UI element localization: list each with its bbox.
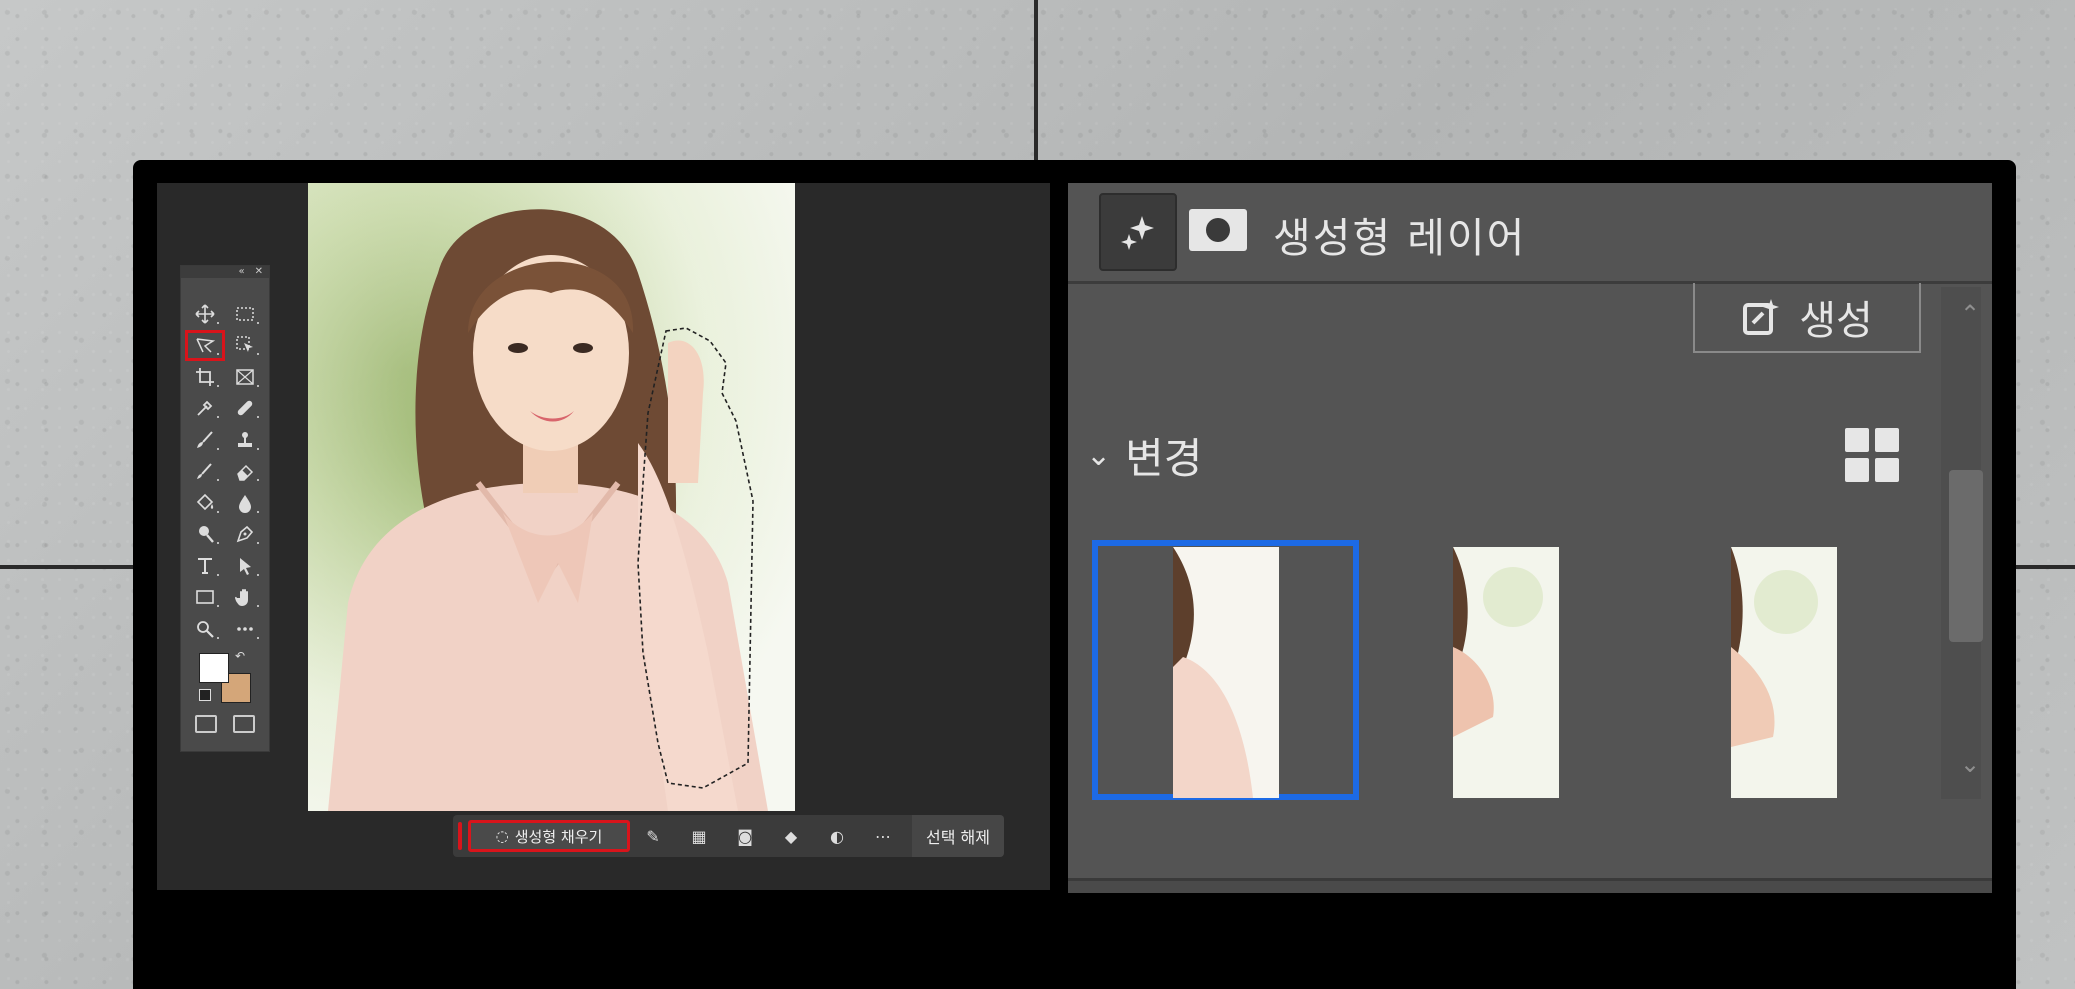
object-selection-tool-icon[interactable] bbox=[225, 330, 265, 362]
screen-divider bbox=[1050, 183, 1068, 890]
zoom-tool-icon[interactable] bbox=[185, 613, 225, 645]
rectangle-tool-icon[interactable] bbox=[185, 582, 225, 614]
scroll-up-icon[interactable]: ⌃ bbox=[1960, 300, 1980, 328]
healing-brush-tool-icon[interactable] bbox=[225, 393, 265, 425]
generate-icon bbox=[1743, 299, 1780, 335]
move-tool-icon[interactable] bbox=[185, 298, 225, 330]
variations-section-header[interactable]: ⌄ 변경 bbox=[1086, 425, 1202, 486]
collapse-icon[interactable]: « bbox=[238, 266, 244, 278]
variation-thumbnail[interactable] bbox=[1731, 547, 1837, 798]
create-mask-icon[interactable]: ◙ bbox=[722, 815, 768, 857]
generative-layer-tab[interactable] bbox=[1099, 193, 1177, 271]
generate-button[interactable]: 생성 bbox=[1693, 283, 1921, 353]
wall-seam bbox=[0, 565, 135, 569]
invert-selection-icon[interactable]: ▦ bbox=[676, 815, 722, 857]
deselect-button[interactable]: 선택 해제 bbox=[912, 815, 1004, 857]
close-icon[interactable]: ✕ bbox=[255, 266, 263, 278]
generative-fill-button[interactable]: ◌ 생성형 채우기 bbox=[468, 820, 630, 852]
document-photo[interactable] bbox=[308, 183, 795, 811]
eraser-tool-icon[interactable] bbox=[225, 456, 265, 488]
generative-fill-icon: ◌ bbox=[495, 827, 509, 845]
screen-mode-icon[interactable] bbox=[233, 714, 255, 733]
modify-selection-icon[interactable]: ✎ bbox=[630, 815, 676, 857]
grid-view-icon[interactable] bbox=[1845, 428, 1899, 482]
variation-thumbnail[interactable] bbox=[1173, 547, 1279, 798]
scrollbar-thumb[interactable] bbox=[1949, 470, 1983, 642]
variation-thumbnail[interactable] bbox=[1453, 547, 1559, 798]
swap-colors-icon[interactable]: ↶ bbox=[235, 649, 245, 663]
mask-icon[interactable] bbox=[1189, 209, 1247, 251]
type-tool-icon[interactable] bbox=[185, 550, 225, 582]
blur-tool-icon[interactable] bbox=[225, 487, 265, 519]
panel-footer bbox=[1068, 878, 1992, 893]
pen-tool-icon[interactable] bbox=[225, 519, 265, 551]
eyedropper-tool-icon[interactable] bbox=[185, 393, 225, 425]
crop-tool-icon[interactable] bbox=[185, 361, 225, 393]
more-options-icon[interactable]: ⋯ bbox=[860, 815, 906, 857]
sparkle-icon bbox=[1121, 216, 1154, 250]
portrait-illustration bbox=[308, 183, 795, 811]
fill-selection-icon[interactable]: ◆ bbox=[768, 815, 814, 857]
frame-tool-icon[interactable] bbox=[225, 361, 265, 393]
path-selection-tool-icon[interactable] bbox=[225, 550, 265, 582]
more-tools-icon[interactable] bbox=[225, 613, 265, 645]
panel-grip[interactable] bbox=[181, 278, 269, 286]
history-brush-tool-icon[interactable] bbox=[185, 456, 225, 488]
marquee-tool-icon[interactable] bbox=[225, 298, 265, 330]
variations-heading: 변경 bbox=[1125, 434, 1203, 483]
hand-tool-icon[interactable] bbox=[225, 582, 265, 614]
chevron-down-icon: ⌄ bbox=[1086, 438, 1112, 473]
panel-title: 생성형 레이어 bbox=[1273, 214, 1527, 262]
generative-fill-label: 생성형 채우기 bbox=[514, 827, 603, 846]
adjustment-layer-icon[interactable]: ◐ bbox=[814, 815, 860, 857]
scroll-down-icon[interactable]: ⌄ bbox=[1960, 750, 1980, 778]
lasso-tool-icon[interactable] bbox=[185, 329, 225, 361]
contextual-task-bar: ◌ 생성형 채우기 ✎ ▦ ◙ ◆ ◐ ⋯ 선택 해제 bbox=[453, 815, 1004, 857]
foreground-color-swatch[interactable] bbox=[199, 652, 229, 683]
taskbar-grip[interactable] bbox=[458, 822, 462, 850]
default-colors-icon[interactable] bbox=[199, 688, 211, 701]
clone-stamp-tool-icon[interactable] bbox=[225, 424, 265, 456]
color-swatches: ↶ bbox=[181, 645, 269, 711]
wall-seam bbox=[2015, 565, 2075, 569]
tools-panel: « ✕ ↶ bbox=[180, 265, 270, 752]
brush-tool-icon[interactable] bbox=[185, 424, 225, 456]
generate-label: 생성 bbox=[1799, 298, 1873, 344]
dodge-tool-icon[interactable] bbox=[185, 519, 225, 551]
paint-bucket-tool-icon[interactable] bbox=[185, 487, 225, 519]
quick-mask-icon[interactable] bbox=[195, 714, 217, 733]
wall-seam bbox=[1034, 0, 1038, 160]
